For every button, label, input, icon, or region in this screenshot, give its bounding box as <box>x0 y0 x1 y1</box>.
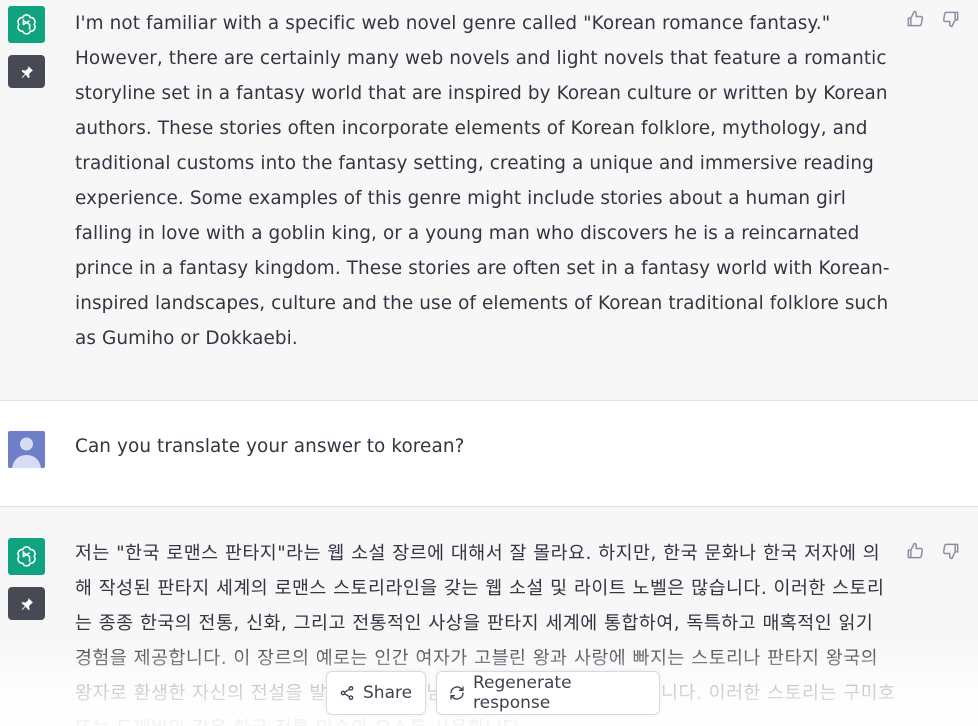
thumbs-down-icon[interactable] <box>940 540 962 562</box>
share-icon <box>339 685 355 701</box>
thumbs-down-icon[interactable] <box>940 8 962 30</box>
share-button[interactable]: Share <box>326 671 426 715</box>
assistant-message-1: I'm not familiar with a specific web nov… <box>0 0 978 400</box>
regenerate-response-button[interactable]: Regenerate response <box>436 671 660 715</box>
user-message: Can you translate your answer to korean? <box>0 401 978 506</box>
openai-logo-icon <box>8 538 45 575</box>
user-avatar-icon <box>8 431 45 468</box>
message-text: Can you translate your answer to korean? <box>75 436 465 457</box>
openai-logo-icon <box>8 6 45 43</box>
pin-icon <box>21 597 33 610</box>
share-label: Share <box>363 683 413 703</box>
pin-icon <box>21 65 33 78</box>
pin-button[interactable] <box>8 587 45 620</box>
pin-button[interactable] <box>8 55 45 88</box>
thumbs-up-icon[interactable] <box>904 540 926 562</box>
regenerate-label: Regenerate response <box>473 673 572 713</box>
refresh-icon <box>449 685 465 701</box>
message-text: I'm not familiar with a specific web nov… <box>75 13 890 349</box>
thumbs-up-icon[interactable] <box>904 8 926 30</box>
